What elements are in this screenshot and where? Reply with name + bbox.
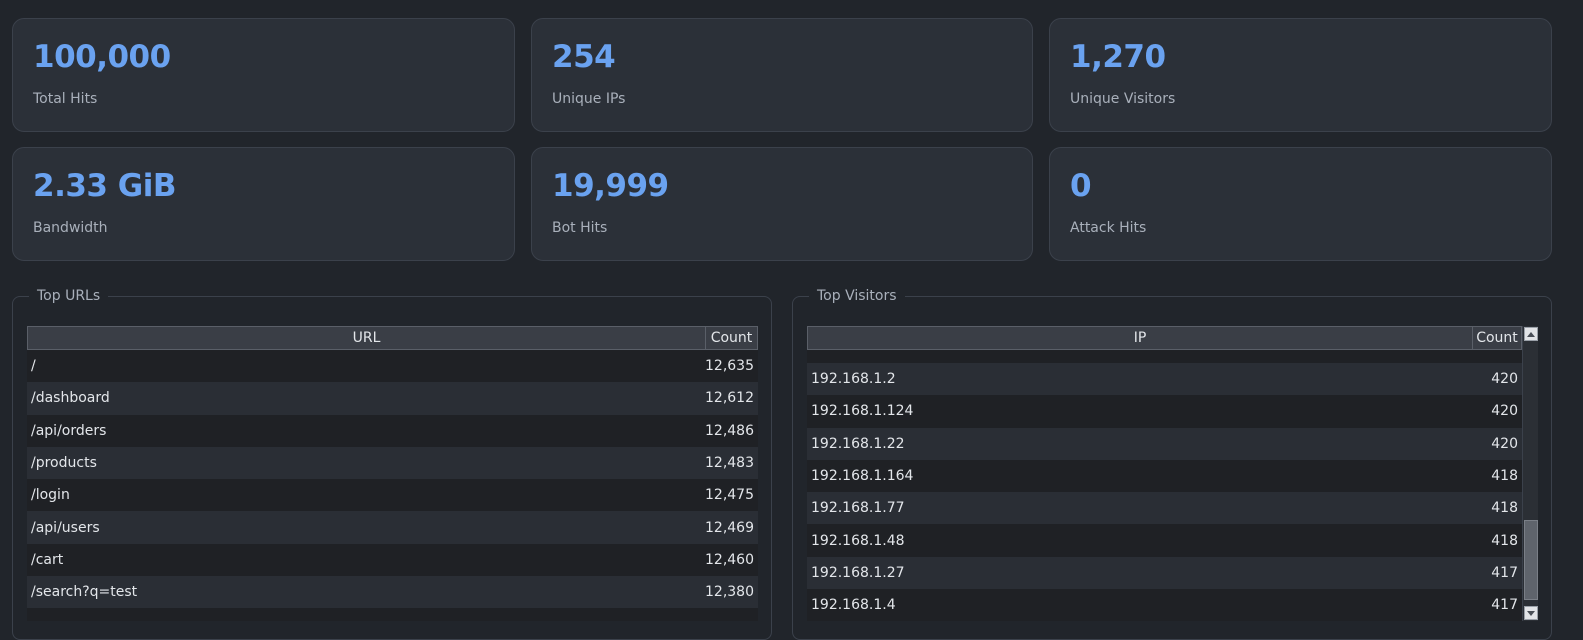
ip-cell: 192.168.1.4 (811, 597, 896, 614)
ip-cell: 192.168.1.77 (811, 500, 905, 517)
count-cell: 12,460 (705, 551, 754, 568)
count-cell: 418 (1491, 500, 1518, 517)
table-row[interactable]: 192.168.1.2 420 (807, 363, 1522, 396)
url-cell: /login (31, 487, 70, 504)
table-header: IP Count (807, 326, 1522, 350)
stat-label: Bandwidth (33, 220, 108, 236)
column-header-url[interactable]: URL (28, 327, 705, 349)
stat-card-unique-visitors: 1,270 Unique Visitors (1049, 18, 1552, 132)
table-header: URL Count (27, 326, 758, 350)
stat-label: Unique IPs (552, 91, 626, 107)
count-cell: 418 (1491, 468, 1518, 485)
table-row[interactable]: /api/users 12,469 (27, 511, 758, 544)
table-row[interactable]: 192.168.1.27 417 (807, 556, 1522, 590)
scroll-down-arrow-icon[interactable] (1524, 606, 1538, 620)
ip-cell: 192.168.1.164 (811, 468, 914, 485)
table-row[interactable]: 192.168.1.124 420 (807, 395, 1522, 428)
table-row[interactable]: /dashboard 12,612 (27, 382, 758, 415)
table-row[interactable]: /login 12,475 (27, 479, 758, 512)
url-cell: / (31, 358, 36, 375)
stat-value: 254 (552, 39, 616, 75)
stat-value: 1,270 (1070, 39, 1166, 75)
count-cell: 417 (1491, 564, 1518, 581)
table-row[interactable]: 192.168.1.22 420 (807, 427, 1522, 460)
count-cell: 12,475 (705, 487, 754, 504)
url-cell: /api/users (31, 519, 100, 536)
ip-cell: 192.168.1.48 (811, 532, 905, 549)
column-header-ip[interactable]: IP (808, 327, 1472, 349)
scrollbar-thumb[interactable] (1524, 520, 1538, 600)
top-visitors-title: Top Visitors (809, 286, 905, 306)
table-body: / 12,635 /dashboard 12,612 /api/orders 1… (27, 350, 758, 609)
url-cell: /api/orders (31, 422, 107, 439)
vertical-scrollbar[interactable] (1522, 326, 1538, 621)
count-cell: 12,635 (705, 358, 754, 375)
stat-label: Unique Visitors (1070, 91, 1176, 107)
scroll-up-arrow-icon[interactable] (1524, 327, 1538, 341)
table-row[interactable]: /cart 12,460 (27, 543, 758, 577)
table-row[interactable]: 192.168.1.77 418 (807, 492, 1522, 525)
stat-card-bot-hits: 19,999 Bot Hits (531, 147, 1033, 261)
count-cell: 12,483 (705, 455, 754, 472)
top-urls-title: Top URLs (29, 286, 109, 306)
table-row[interactable]: /api/orders 12,486 (27, 414, 758, 447)
column-header-count[interactable]: Count (1472, 327, 1521, 349)
url-cell: /cart (31, 551, 64, 568)
count-cell: 12,469 (705, 519, 754, 536)
top-visitors-group: Top Visitors IP Count 192.168.1.2 420 19… (792, 286, 1552, 640)
stat-label: Attack Hits (1070, 220, 1147, 236)
ip-cell: 192.168.1.2 (811, 371, 896, 388)
top-urls-table[interactable]: URL Count / 12,635 /dashboard 12,612 /ap… (27, 326, 758, 621)
table-row[interactable]: 192.168.1.4 417 (807, 589, 1522, 621)
column-header-count[interactable]: Count (705, 327, 757, 349)
stat-value: 100,000 (33, 39, 171, 75)
count-cell: 12,380 (705, 584, 754, 601)
count-cell: 420 (1491, 371, 1518, 388)
stat-value: 19,999 (552, 168, 669, 204)
table-row[interactable]: /products 12,483 (27, 446, 758, 480)
table-row[interactable]: /search?q=test 12,380 (27, 576, 758, 609)
count-cell: 420 (1491, 403, 1518, 420)
ip-cell: 192.168.1.22 (811, 435, 905, 452)
url-cell: /products (31, 455, 97, 472)
ip-cell: 192.168.1.124 (811, 403, 914, 420)
stat-label: Total Hits (33, 91, 98, 107)
count-cell: 417 (1491, 597, 1518, 614)
count-cell: 12,612 (705, 390, 754, 407)
stat-label: Bot Hits (552, 220, 608, 236)
stat-card-total-hits: 100,000 Total Hits (12, 18, 515, 132)
stat-card-bandwidth: 2.33 GiB Bandwidth (12, 147, 515, 261)
count-cell: 12,486 (705, 422, 754, 439)
stat-value: 0 (1070, 168, 1092, 204)
url-cell: /dashboard (31, 390, 110, 407)
table-row[interactable]: / 12,635 (27, 350, 758, 383)
table-body: 192.168.1.2 420 192.168.1.124 420 192.16… (807, 363, 1522, 621)
ip-cell: 192.168.1.27 (811, 564, 905, 581)
stat-card-attack-hits: 0 Attack Hits (1049, 147, 1552, 261)
stat-card-unique-ips: 254 Unique IPs (531, 18, 1033, 132)
count-cell: 420 (1491, 435, 1518, 452)
count-cell: 418 (1491, 532, 1518, 549)
stat-value: 2.33 GiB (33, 168, 176, 204)
top-urls-group: Top URLs URL Count / 12,635 /dashboard 1… (12, 286, 772, 640)
table-row[interactable]: 192.168.1.164 418 (807, 459, 1522, 493)
url-cell: /search?q=test (31, 584, 138, 601)
table-row[interactable]: 192.168.1.48 418 (807, 524, 1522, 557)
top-visitors-table[interactable]: IP Count 192.168.1.2 420 192.168.1.124 4… (807, 326, 1538, 621)
